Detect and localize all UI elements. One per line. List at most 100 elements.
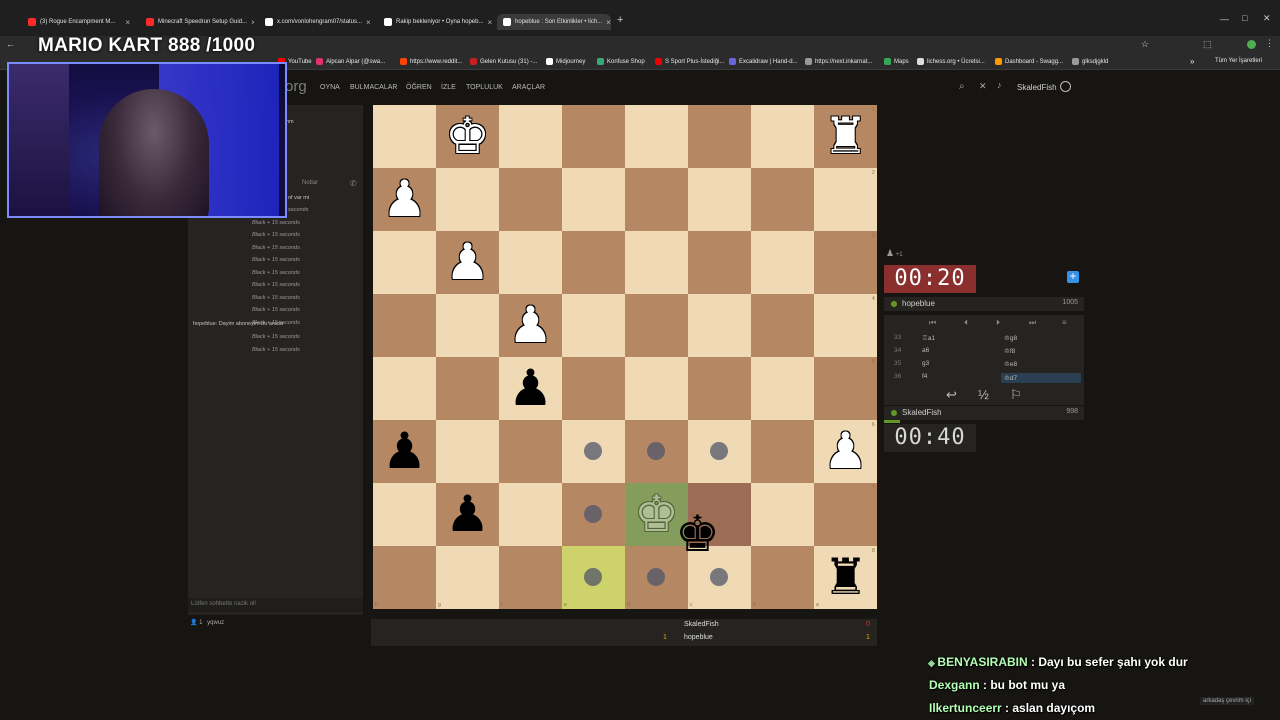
board-square[interactable] bbox=[625, 231, 688, 294]
board-square[interactable] bbox=[373, 546, 436, 609]
legal-move-dot[interactable] bbox=[710, 442, 728, 460]
back-icon[interactable]: ← bbox=[6, 39, 15, 49]
legal-move-dot[interactable] bbox=[647, 568, 665, 586]
board-square[interactable] bbox=[814, 231, 877, 294]
nav-link[interactable]: TOPLULUK bbox=[466, 84, 503, 91]
board-square[interactable] bbox=[814, 357, 877, 420]
nav-link[interactable]: OYNA bbox=[320, 84, 340, 91]
white-pawn-icon[interactable]: ♟ bbox=[373, 168, 436, 231]
legal-move-dot[interactable] bbox=[710, 568, 728, 586]
white-move[interactable]: g3 bbox=[922, 360, 929, 367]
first-move-icon[interactable]: ⏮ bbox=[929, 318, 936, 328]
white-pawn-icon[interactable]: ♟ bbox=[436, 231, 499, 294]
bookmark-item[interactable]: Midjourney bbox=[546, 58, 585, 65]
board-square[interactable] bbox=[373, 105, 436, 168]
board-square[interactable] bbox=[373, 483, 436, 546]
board-square[interactable] bbox=[625, 294, 688, 357]
bookmark-item[interactable]: Dashboard - Swagg... bbox=[995, 58, 1063, 65]
browser-tab[interactable]: (3) Rogue Encampment M... × bbox=[22, 14, 136, 30]
tab-close-icon[interactable]: × bbox=[366, 18, 371, 27]
window-maximize-icon[interactable]: □ bbox=[1242, 13, 1247, 23]
legal-move-dot[interactable] bbox=[647, 442, 665, 460]
user-avatar-icon[interactable] bbox=[1060, 81, 1071, 92]
board-square[interactable] bbox=[499, 483, 562, 546]
bookmark-item[interactable]: Maps bbox=[884, 58, 909, 65]
bookmark-item[interactable]: https://next.inkarnat... bbox=[805, 58, 872, 65]
white-rook-icon[interactable]: ♜ bbox=[814, 105, 877, 168]
nav-link[interactable]: İZLE bbox=[441, 84, 456, 91]
bookmark-item[interactable]: glksdjgkld bbox=[1072, 58, 1108, 65]
board-square[interactable] bbox=[688, 231, 751, 294]
tab-close-icon[interactable]: × bbox=[125, 18, 130, 27]
board-square[interactable] bbox=[751, 357, 814, 420]
window-close-icon[interactable]: ✕ bbox=[1263, 13, 1271, 24]
board-square[interactable] bbox=[436, 546, 499, 609]
board-square[interactable] bbox=[373, 294, 436, 357]
legal-move-dot[interactable] bbox=[584, 442, 602, 460]
board-square[interactable] bbox=[751, 483, 814, 546]
tab-close-icon[interactable]: × bbox=[487, 18, 492, 27]
bookmark-item[interactable]: Excalidraw | Hand-d... bbox=[729, 58, 798, 65]
star-icon[interactable]: ☆ bbox=[1141, 39, 1149, 50]
extensions-icon[interactable]: ⬚ bbox=[1203, 39, 1212, 50]
all-bookmarks-link[interactable]: Tüm Yer İşaretleri bbox=[1215, 58, 1262, 64]
black-move[interactable]: ♔f8 bbox=[1004, 347, 1015, 355]
white-move[interactable]: f4 bbox=[922, 373, 927, 380]
chess-board[interactable]: ♚ ♜ ♟ ♟ ♟ ♟ ♟ ♟ ♟ ♚ ♚ ♜ 1 2 3 4 5 6 7 8 h g f e d c b a bbox=[373, 105, 877, 609]
browser-tab[interactable]: Rakip bekleniyor • Oyna hopeb... × bbox=[378, 14, 492, 30]
bookmark-item[interactable]: S Sport Plus-İstediği... bbox=[655, 58, 724, 65]
menu-icon[interactable]: ⋮ bbox=[1265, 38, 1274, 49]
black-king-icon[interactable]: ♚ bbox=[666, 503, 729, 566]
board-square[interactable] bbox=[499, 546, 562, 609]
legal-move-dot[interactable] bbox=[584, 568, 602, 586]
white-move[interactable]: ♖a1 bbox=[922, 334, 935, 342]
tab-close-icon[interactable]: × bbox=[606, 18, 611, 27]
board-square[interactable] bbox=[625, 168, 688, 231]
opponent-player-row[interactable]: hopeblue 1005 bbox=[884, 297, 1084, 311]
bookmark-item[interactable]: Gelen Kutusu (31) -... bbox=[470, 58, 537, 65]
takeback-button[interactable]: ↩ bbox=[946, 387, 957, 403]
next-move-icon[interactable]: ⏵ bbox=[996, 318, 1000, 328]
board-square[interactable] bbox=[625, 105, 688, 168]
new-tab-button[interactable]: + bbox=[617, 14, 623, 26]
board-square[interactable] bbox=[688, 294, 751, 357]
board-square[interactable] bbox=[751, 168, 814, 231]
board-square[interactable] bbox=[625, 357, 688, 420]
bookmark-item[interactable]: Konfuse Shop bbox=[597, 58, 645, 65]
board-square[interactable] bbox=[688, 357, 751, 420]
black-rook-icon[interactable]: ♜ bbox=[814, 546, 877, 609]
white-move[interactable]: a6 bbox=[922, 347, 929, 354]
profile-icon[interactable] bbox=[1247, 40, 1256, 49]
player-row[interactable]: SkaledFish 998 bbox=[884, 406, 1084, 420]
board-square[interactable] bbox=[751, 546, 814, 609]
black-move[interactable]: ♔e8 bbox=[1004, 360, 1017, 368]
search-icon[interactable]: ⌕ bbox=[959, 81, 965, 92]
black-move[interactable]: ♔g8 bbox=[1004, 334, 1017, 342]
board-square[interactable] bbox=[814, 483, 877, 546]
board-square[interactable] bbox=[562, 105, 625, 168]
board-square[interactable] bbox=[688, 168, 751, 231]
board-square[interactable] bbox=[436, 294, 499, 357]
offer-draw-button[interactable]: ½ bbox=[978, 387, 989, 402]
board-square[interactable] bbox=[751, 420, 814, 483]
prev-move-icon[interactable]: ⏴ bbox=[964, 318, 968, 328]
board-square[interactable] bbox=[562, 231, 625, 294]
board-square[interactable] bbox=[751, 105, 814, 168]
player-name[interactable]: SkaledFish bbox=[902, 408, 942, 417]
board-square[interactable] bbox=[814, 294, 877, 357]
phone-icon[interactable]: ✆ bbox=[350, 179, 357, 188]
notes-tab[interactable]: Notlar bbox=[302, 180, 318, 186]
chat-input[interactable]: Lütfen sohbette nazik ol! bbox=[188, 598, 363, 612]
board-square[interactable] bbox=[814, 168, 877, 231]
board-square[interactable] bbox=[436, 357, 499, 420]
board-square[interactable] bbox=[499, 168, 562, 231]
white-pawn-icon[interactable]: ♟ bbox=[499, 294, 562, 357]
board-square[interactable] bbox=[499, 105, 562, 168]
board-square[interactable] bbox=[751, 294, 814, 357]
board-square[interactable] bbox=[562, 357, 625, 420]
browser-tab[interactable]: Minecraft Speedrun Setup Guid... × bbox=[140, 14, 254, 30]
bookmark-item[interactable]: https://www.reddit... bbox=[400, 58, 462, 65]
legal-move-dot[interactable] bbox=[584, 505, 602, 523]
board-square[interactable] bbox=[436, 168, 499, 231]
board-square[interactable] bbox=[436, 420, 499, 483]
